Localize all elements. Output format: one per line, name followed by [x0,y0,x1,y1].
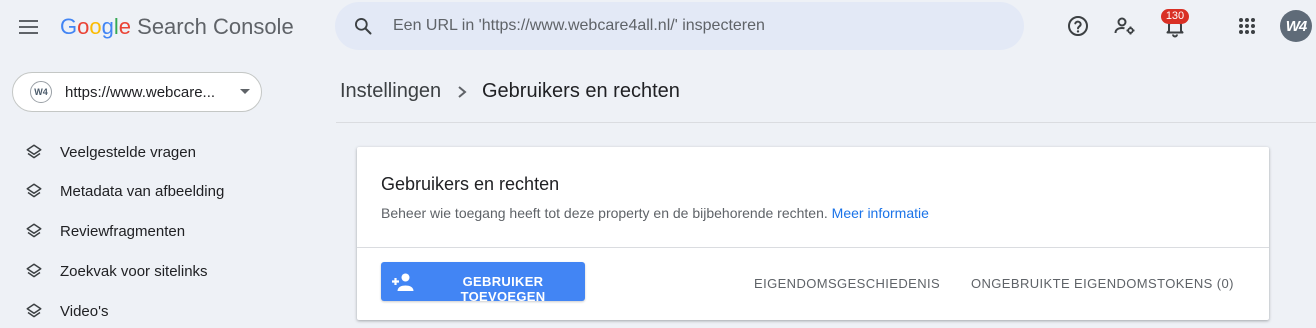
sidebar-item-zoekvak-sitelinks[interactable]: Zoekvak voor sitelinks [24,255,324,287]
layers-icon [24,181,44,201]
notification-count-badge: 130 [1161,9,1189,24]
more-info-link[interactable]: Meer informatie [832,205,929,221]
add-user-button[interactable]: GEBRUIKER TOEVOEGEN [381,262,585,304]
search-console-logo[interactable]: Google Search Console [60,14,294,40]
logo-letter: o [77,14,90,39]
sidebar-item-videos[interactable]: Video's [24,295,324,327]
users-permissions-card: Gebruikers en rechten Beheer wie toegang… [357,147,1269,320]
sidebar-item-metadata-afbeelding[interactable]: Metadata van afbeelding [24,175,324,207]
person-add-icon [389,271,415,296]
layers-icon [24,221,44,241]
logo-letter: o [89,14,102,39]
product-name: Search Console [137,14,294,39]
ownership-history-button[interactable]: EIGENDOMSGESCHIEDENIS [754,276,940,291]
logo-letter: g [101,14,114,39]
page-title: Gebruikers en rechten [482,80,680,102]
logo-letter: e [118,14,132,39]
card-description-text: Beheer wie toegang heeft tot deze proper… [381,205,828,221]
help-icon[interactable] [1065,13,1091,39]
sidebar-item-reviewfragmenten[interactable]: Reviewfragmenten [24,215,324,247]
sidebar-item-label: Zoekvak voor sitelinks [60,262,208,280]
search-input[interactable] [393,14,993,38]
url-inspect-search[interactable] [335,2,1024,50]
add-user-button-label: GEBRUIKER TOEVOEGEN [460,274,546,304]
menu-icon[interactable] [19,14,45,40]
sidebar-item-label: Veelgestelde vragen [60,143,196,161]
layers-icon [24,301,44,321]
manage-accounts-icon[interactable] [1112,13,1138,39]
sidebar-item-label: Video's [60,302,109,320]
logo-letter: G [60,14,78,39]
property-selector[interactable]: W4 https://www.webcare... [12,72,262,112]
unused-tokens-button[interactable]: ONGEBRUIKTE EIGENDOMSTOKENS (0) [971,276,1234,291]
card-divider [357,247,1269,248]
dropdown-arrow-icon [240,89,250,94]
property-label: https://www.webcare... [65,84,216,101]
search-icon[interactable] [353,16,373,41]
layers-icon [24,142,44,162]
sidebar-item-label: Metadata van afbeelding [60,182,225,200]
breadcrumb-instellingen[interactable]: Instellingen [340,80,441,103]
chevron-right-icon [455,81,469,108]
apps-grid-icon[interactable] [1234,13,1260,39]
property-logo: W4 [30,81,52,103]
top-bar: Google Search Console 130 W4 [0,0,1316,54]
avatar[interactable]: W4 [1280,10,1312,42]
sidebar-item-label: Reviewfragmenten [60,222,186,240]
card-title: Gebruikers en rechten [381,174,560,194]
layers-icon [24,261,44,281]
sidebar-item-veelgestelde-vragen[interactable]: Veelgestelde vragen [24,136,324,168]
header-divider [336,122,1316,123]
card-description: Beheer wie toegang heeft tot deze proper… [381,205,929,221]
